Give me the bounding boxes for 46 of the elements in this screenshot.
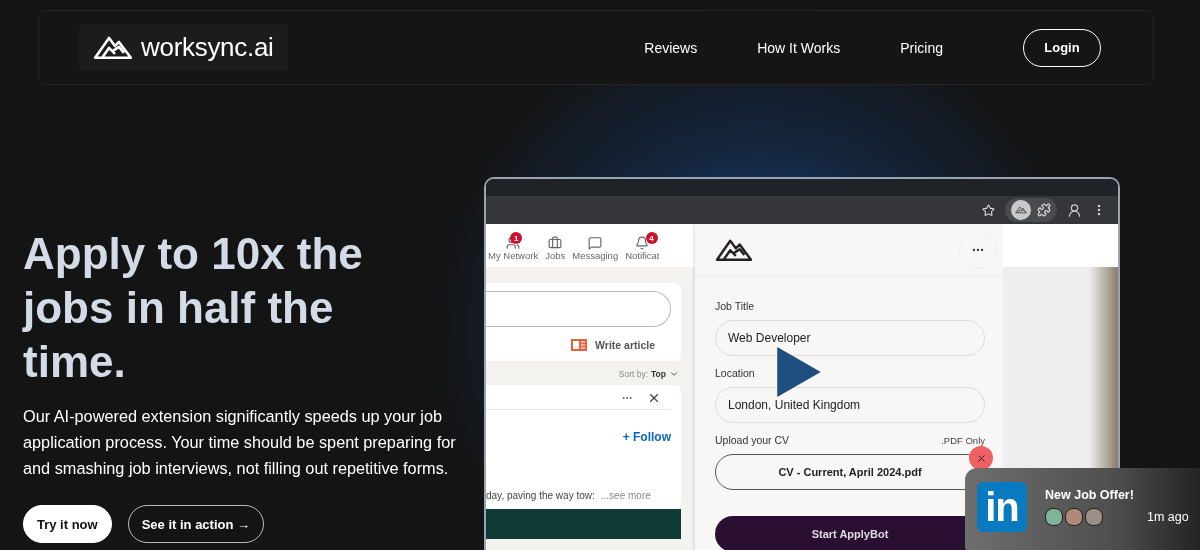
hero-description: Our AI-powered extension significantly speeds up your job application process. Your time should be spent preparing for and smashing job interviews, not filling out repetitive forms. (23, 406, 457, 479)
avatar (1085, 508, 1103, 526)
nav-link[interactable]: Pricing (900, 39, 943, 56)
sort-value[interactable]: Top (651, 369, 666, 379)
field-label: Location (715, 367, 756, 379)
remove-button[interactable] (969, 446, 993, 470)
nav-label[interactable]: Jobs (545, 250, 566, 261)
nav-label[interactable]: Messaging (572, 250, 619, 261)
field-label: Upload your CV (715, 434, 790, 446)
profile-icon[interactable] (1067, 202, 1082, 218)
nav-label[interactable]: Notificat (625, 250, 660, 261)
extension-button[interactable] (1011, 200, 1031, 220)
article-icon (571, 339, 588, 351)
linkedin-logo: in (977, 482, 1027, 532)
avatar (1045, 508, 1063, 526)
try-button[interactable]: Try it now (23, 505, 112, 543)
follow-link[interactable]: + Follow (486, 410, 681, 444)
puzzle-icon[interactable] (1037, 203, 1051, 217)
dropdown-icon[interactable] (669, 369, 679, 379)
notification-time: 1m ago (1147, 510, 1189, 524)
nav-link[interactable]: How It Works (757, 39, 841, 56)
mountain-logo-icon (715, 238, 753, 262)
hero-heading: Apply to 10x the jobs in half the time. (23, 228, 364, 388)
see-more-link[interactable]: ...see more (600, 490, 651, 501)
notification-title: New Job Offer! (1045, 488, 1135, 502)
briefcase-icon (548, 236, 563, 250)
play-icon[interactable] (777, 347, 821, 397)
field-label: Job Title (715, 300, 756, 312)
notification-badge: 4 (645, 232, 658, 244)
star-icon[interactable] (982, 203, 995, 217)
logo-text: worksync.ai (141, 32, 274, 63)
nav-link[interactable]: Reviews (644, 39, 698, 56)
post-text: day, paving the way tow: (486, 490, 595, 501)
close-icon (975, 452, 987, 464)
file-type-hint: .PDF Only (941, 434, 985, 446)
nav-label[interactable]: My Network (488, 250, 539, 261)
bell-icon (635, 236, 650, 250)
chat-icon (588, 236, 603, 250)
mountain-logo-icon (93, 35, 133, 60)
mountain-icon (1015, 206, 1027, 214)
notification-badge: 1 (510, 232, 523, 244)
avatar (1065, 508, 1083, 526)
write-article-link[interactable]: Write article (595, 339, 655, 351)
close-icon[interactable] (647, 391, 661, 405)
logo[interactable]: worksync.ai (79, 24, 288, 71)
sort-label: Sort by: (618, 369, 649, 379)
